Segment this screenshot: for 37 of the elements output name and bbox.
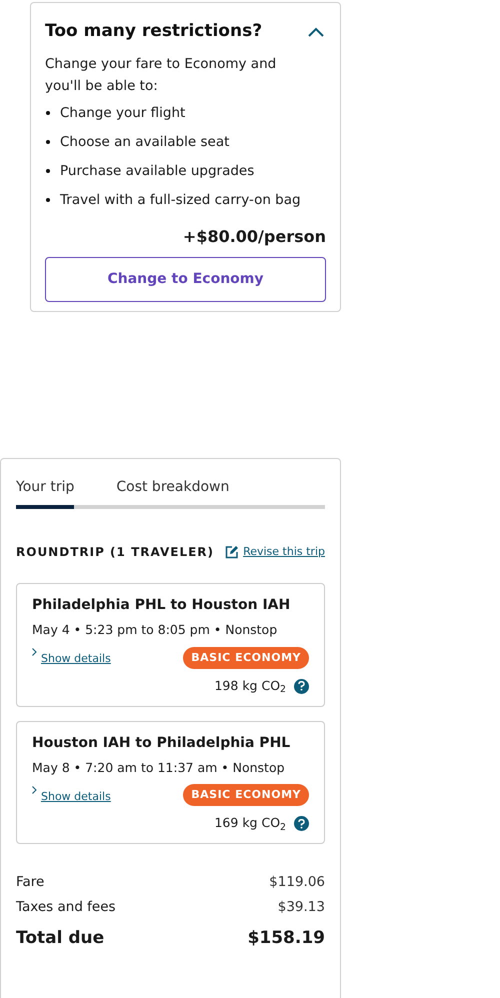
total-amount: $158.19 <box>248 927 325 950</box>
flight-schedule: May 8 • 7:20 am to 11:37 am • Nonstop <box>32 758 286 777</box>
change-fare-button[interactable]: Change to Economy <box>45 256 326 302</box>
edit-icon <box>225 545 240 559</box>
show-details-link[interactable]: Show details <box>32 786 111 805</box>
chevron-right-icon <box>32 648 37 656</box>
flight-route: Philadelphia PHL to Houston IAH <box>32 596 292 615</box>
price-per-person: +$80.00/person <box>182 226 326 248</box>
help-icon[interactable] <box>294 678 309 694</box>
card-title: Too many restrictions? <box>45 20 262 43</box>
section-heading: ROUNDTRIP (1 TRAVELER) <box>16 544 214 561</box>
emissions-text: 198 kg CO$_{2}$ <box>214 676 286 696</box>
chevron-right-icon <box>32 786 37 794</box>
benefit-text: Travel with a full-sized carry-on bag <box>60 190 301 210</box>
cost-label: Fare <box>16 873 44 892</box>
bullet-icon <box>46 198 50 202</box>
revise-trip-link[interactable]: Revise this trip <box>225 544 325 560</box>
bullet-icon <box>46 111 50 115</box>
bullet-icon <box>46 140 50 144</box>
cost-amount: $119.06 <box>269 873 325 892</box>
help-icon[interactable] <box>294 816 309 832</box>
benefit-text: Choose an available seat <box>60 132 230 152</box>
intro-text: Change your fare to Economy and you'll be able to: <box>45 54 278 96</box>
tab[interactable]: Your trip <box>16 477 74 509</box>
cost-label: Taxes and fees <box>16 898 116 918</box>
benefit-text: Change your flight <box>60 104 186 123</box>
tab[interactable]: Cost breakdown <box>116 477 230 509</box>
show-details-link[interactable]: Show details <box>32 648 111 668</box>
bullet-icon <box>46 169 50 173</box>
benefit-text: Purchase available upgrades <box>60 162 254 181</box>
cost-amount: $39.13 <box>278 898 325 918</box>
fare-badge: BASIC ECONOMY <box>183 646 309 669</box>
flight-schedule: May 4 • 5:23 pm to 8:05 pm • Nonstop <box>32 621 278 639</box>
total-label: Total due <box>16 927 104 950</box>
fare-badge: BASIC ECONOMY <box>183 784 309 806</box>
flight-route: Houston IAH to Philadelphia PHL <box>32 734 292 752</box>
emissions-text: 169 kg CO$_{2}$ <box>214 814 286 833</box>
